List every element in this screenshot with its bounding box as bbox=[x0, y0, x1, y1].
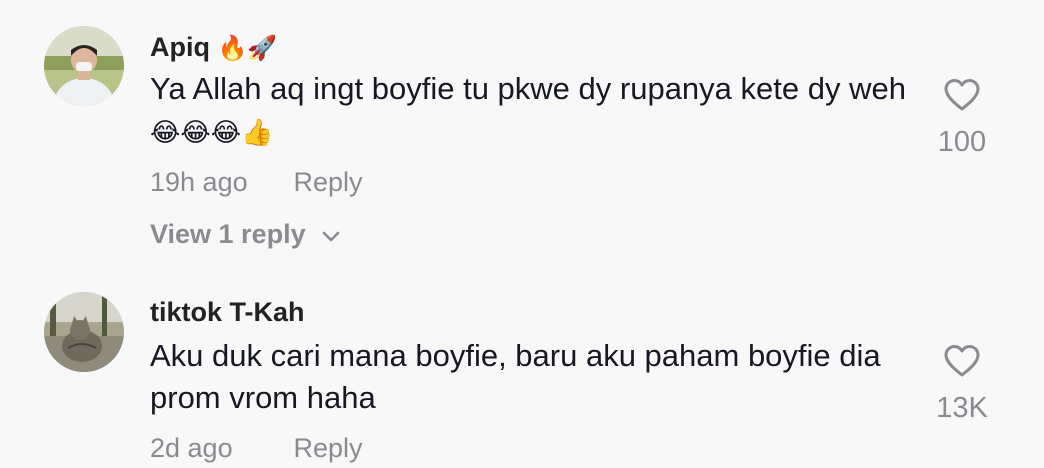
avatar[interactable] bbox=[44, 292, 124, 372]
avatar[interactable] bbox=[44, 26, 124, 106]
view-replies-button[interactable]: View 1 reply bbox=[150, 219, 341, 250]
comment-body: Ya Allah aq ingt boyfie tu pkwe dy rupan… bbox=[150, 71, 906, 106]
comment-meta: 19h ago Reply bbox=[150, 167, 363, 198]
like-area: 100 bbox=[920, 78, 1004, 159]
username-text: Apiq bbox=[150, 32, 210, 62]
comment-text: Ya Allah aq ingt boyfie tu pkwe dy rupan… bbox=[150, 68, 910, 154]
reply-button[interactable]: Reply bbox=[294, 167, 363, 197]
like-area: 13K bbox=[920, 344, 1004, 425]
timestamp: 2d ago bbox=[150, 433, 233, 463]
like-count: 13K bbox=[936, 392, 988, 424]
heart-icon[interactable] bbox=[943, 78, 981, 112]
reply-button[interactable]: Reply bbox=[294, 433, 363, 463]
comment-text: Aku duk cari mana boyfie, baru aku paham… bbox=[150, 335, 910, 419]
heart-icon[interactable] bbox=[943, 344, 981, 378]
view-replies-label: View 1 reply bbox=[150, 219, 306, 249]
avatar-photo-cat-icon bbox=[44, 292, 124, 372]
comment-meta: 2d ago Reply bbox=[150, 433, 363, 464]
comment-emoji: 😂😂😂👍 bbox=[150, 118, 274, 148]
avatar-photo-person-icon bbox=[44, 26, 124, 106]
timestamp: 19h ago bbox=[150, 167, 248, 197]
username-text: tiktok T-Kah bbox=[150, 297, 305, 327]
username[interactable]: Apiq 🔥🚀 bbox=[150, 32, 277, 63]
comment-body: Aku duk cari mana boyfie, baru aku paham… bbox=[150, 338, 881, 415]
username[interactable]: tiktok T-Kah bbox=[150, 297, 305, 328]
username-emoji: 🔥🚀 bbox=[217, 34, 278, 62]
chevron-down-icon bbox=[322, 231, 340, 242]
like-count: 100 bbox=[937, 126, 987, 158]
